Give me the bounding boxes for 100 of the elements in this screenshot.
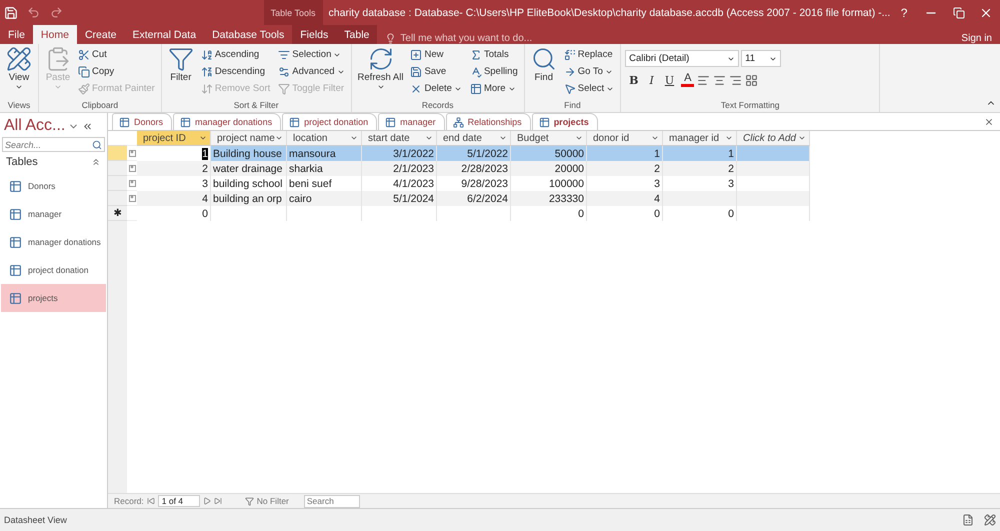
ribbon-button[interactable]: Save — [408, 63, 464, 80]
last-record-icon[interactable] — [214, 497, 222, 505]
close-icon[interactable] — [984, 117, 994, 127]
caret-icon[interactable] — [651, 134, 659, 142]
ribbon-button[interactable]: Totals — [468, 46, 520, 63]
group-label: Clipboard — [80, 100, 120, 112]
ribbon-tab[interactable]: Table — [336, 25, 378, 44]
nav-item-label: manager donations — [28, 237, 101, 247]
align-center-icon[interactable] — [713, 74, 726, 86]
filter-status[interactable]: No Filter — [256, 496, 289, 506]
nav-item[interactable]: manager donations — [1, 228, 106, 256]
undo-icon[interactable] — [27, 6, 40, 19]
column-header[interactable]: end date — [437, 131, 511, 146]
ribbon-tab[interactable]: File — [0, 25, 33, 44]
column-header[interactable]: manager id — [663, 131, 737, 146]
redo-icon[interactable] — [50, 6, 63, 19]
font-field[interactable]: Calibri (Detail) — [625, 50, 740, 67]
ribbon-button[interactable]: Find — [528, 46, 559, 100]
font-color-button[interactable]: A — [681, 73, 694, 87]
context-label: Table Tools — [264, 0, 323, 25]
table-icon — [538, 116, 550, 128]
ribbon-button[interactable]: Select — [562, 80, 616, 97]
column-header[interactable]: donor id — [587, 131, 663, 146]
tell-me-field[interactable]: Tell me what you want to do... — [400, 33, 532, 44]
funnel-icon — [168, 46, 194, 72]
nav-item[interactable]: projects — [1, 284, 106, 312]
ribbon-tab[interactable]: Fields — [292, 25, 336, 44]
nav-item[interactable]: manager — [1, 200, 106, 228]
format-button[interactable]: U — [660, 74, 678, 86]
nav-item[interactable]: Donors — [1, 172, 106, 200]
document-tab[interactable]: manager donations — [173, 113, 282, 130]
document-tab[interactable]: project donation — [282, 113, 378, 130]
document-tab[interactable]: projects — [532, 113, 598, 130]
ribbon-tab[interactable]: Database Tools — [204, 25, 292, 44]
restore-icon[interactable] — [952, 6, 965, 18]
record-position-field[interactable]: 1 of 4 — [158, 495, 200, 507]
ribbon-button[interactable]: Go To — [562, 63, 616, 80]
caret-icon[interactable] — [350, 134, 358, 142]
ribbon-button[interactable]: New — [408, 46, 464, 63]
tab-label: project donation — [304, 117, 368, 127]
collapse-icon[interactable] — [82, 120, 94, 132]
column-header[interactable]: start date — [362, 131, 437, 146]
caret-icon[interactable] — [425, 134, 433, 142]
design-view-icon[interactable] — [984, 514, 996, 526]
caret-icon[interactable] — [199, 134, 207, 142]
document-tab[interactable]: Donors — [112, 113, 172, 130]
font-size-field[interactable]: 11 — [741, 50, 782, 67]
document-tab[interactable]: manager — [378, 113, 445, 130]
ribbon-button[interactable]: Descending — [198, 63, 272, 80]
save-icon[interactable] — [4, 6, 18, 20]
column-header[interactable]: project name — [211, 131, 287, 146]
group-label: Text Formatting — [720, 100, 780, 112]
column-header[interactable]: Click to Add — [737, 131, 810, 146]
ribbon-button[interactable]: Spelling — [468, 63, 520, 80]
ribbon-button[interactable]: View — [4, 46, 34, 100]
ribbon-button[interactable]: Delete — [408, 80, 464, 97]
nav-search-field[interactable]: Search... — [2, 137, 105, 152]
table-cell: 1 — [587, 146, 663, 161]
next-record-icon[interactable] — [202, 497, 211, 505]
ribbon-button[interactable]: Replace — [562, 46, 616, 63]
column-header[interactable]: Budget — [511, 131, 587, 146]
ribbon-button[interactable]: Advanced — [276, 63, 347, 80]
funnel-icon — [278, 82, 290, 94]
grid-icon[interactable] — [745, 74, 758, 86]
table-cell: building an orp — [211, 191, 287, 206]
ribbon-button[interactable]: Filter — [166, 46, 196, 100]
help-button[interactable]: ? — [890, 0, 918, 25]
format-button[interactable]: I — [645, 74, 658, 86]
nav-item[interactable]: project donation — [1, 256, 106, 284]
column-header[interactable]: project ID — [137, 131, 211, 146]
ribbon-button[interactable]: More — [468, 80, 520, 97]
search-input[interactable]: Search... — [5, 140, 85, 150]
table-cell: 20000 — [511, 161, 587, 176]
ribbon-button[interactable]: Ascending — [198, 46, 272, 63]
ribbon-button[interactable]: Selection — [276, 46, 347, 63]
table-icon — [119, 116, 130, 128]
ribbon-tab[interactable]: External Data — [124, 25, 204, 44]
sign-in-link[interactable]: Sign in — [961, 33, 992, 44]
document-tab[interactable]: Relationships — [446, 113, 531, 130]
table-cell: water drainage — [211, 161, 287, 176]
ribbon-button[interactable]: Cut — [76, 46, 157, 63]
ribbon-button[interactable]: Copy — [76, 63, 157, 80]
ribbon-tab[interactable]: Create — [76, 25, 124, 44]
table-icon — [9, 264, 22, 276]
caret-icon[interactable] — [275, 134, 283, 142]
format-button[interactable]: B — [625, 74, 642, 86]
caret-icon[interactable] — [499, 134, 507, 142]
align-right-icon[interactable] — [729, 74, 742, 86]
first-record-icon[interactable] — [146, 497, 155, 505]
ribbon-button[interactable]: Refresh All — [356, 46, 406, 100]
caret-icon[interactable] — [575, 134, 583, 142]
search-field[interactable]: Search — [304, 494, 360, 508]
nav-pane-title[interactable]: All Acc... — [4, 117, 66, 135]
datasheet-view-icon[interactable] — [962, 514, 974, 526]
caret-icon[interactable] — [725, 134, 733, 142]
caret-icon[interactable] — [798, 134, 806, 142]
ribbon-tab[interactable]: Home — [32, 25, 77, 44]
section-header[interactable]: Tables — [6, 156, 38, 168]
column-header[interactable]: location — [287, 131, 362, 146]
align-left-icon[interactable] — [697, 74, 710, 86]
